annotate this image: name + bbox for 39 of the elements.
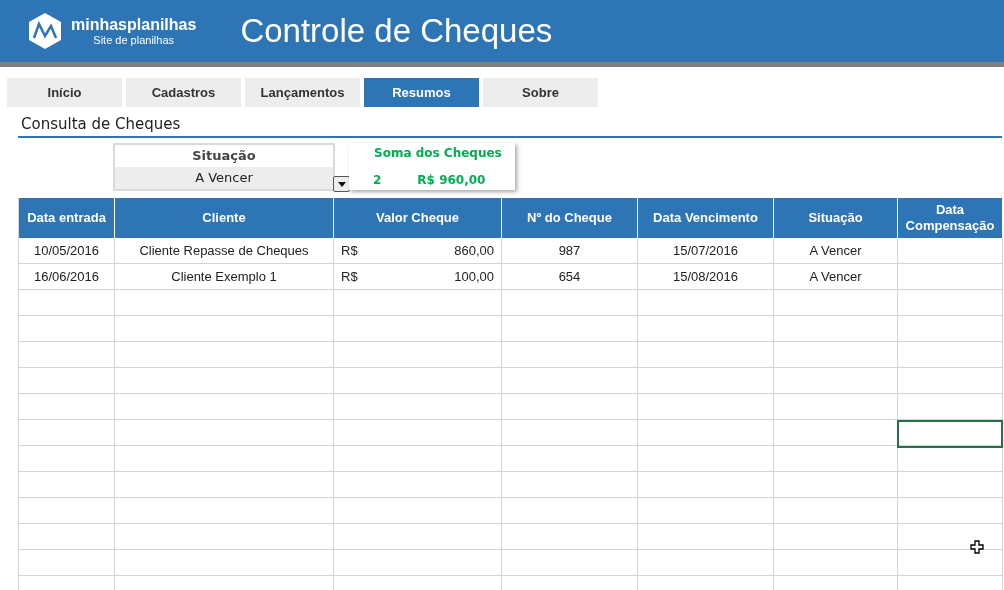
nav-tab[interactable]: Início xyxy=(7,78,122,107)
logo-name: minhasplanilhas xyxy=(71,16,197,33)
logo-tagline: Site de planilhas xyxy=(93,34,175,46)
column-header: Cliente xyxy=(115,198,334,238)
section-title: Consulta de Cheques xyxy=(21,113,181,135)
dropdown-button[interactable] xyxy=(333,176,350,192)
table-cell: 15/08/2016 xyxy=(638,264,774,290)
filter-label: Situação xyxy=(191,147,257,166)
summary-title: Soma dos Cheques xyxy=(374,145,502,162)
caret-icon xyxy=(337,181,346,187)
currency-symbol: R$ xyxy=(341,267,358,286)
nav-tab[interactable]: Cadastros xyxy=(126,78,241,107)
summary-count: 2 xyxy=(373,172,382,189)
table-cell: 987 xyxy=(502,238,638,264)
table-cell: 10/05/2016 xyxy=(19,238,115,264)
currency-symbol: R$ xyxy=(341,241,358,260)
table-cell: 15/07/2016 xyxy=(638,238,774,264)
column-header: Data Vencimento xyxy=(638,198,774,238)
table-cell: 16/06/2016 xyxy=(19,264,115,290)
filter-value[interactable]: A Vencer xyxy=(115,167,333,189)
table-cell: 654 xyxy=(502,264,638,290)
nav-tab[interactable]: Lançamentos xyxy=(245,78,360,107)
summary-total: R$ 960,00 xyxy=(417,172,486,189)
cursor-icon xyxy=(970,540,985,555)
table-cell: Cliente Exemplo 1 xyxy=(115,264,334,290)
amount-value: 860,00 xyxy=(454,241,494,260)
logo-icon xyxy=(28,12,62,50)
column-header: Valor Cheque xyxy=(334,198,502,238)
column-header: Nº do Cheque xyxy=(502,198,638,238)
amount-value: 100,00 xyxy=(454,267,494,286)
column-header: Situação xyxy=(774,198,898,238)
table-cell: Cliente Repasse de Cheques xyxy=(115,238,334,264)
nav-tab[interactable]: Sobre xyxy=(483,78,598,107)
table-cell: A Vencer xyxy=(774,238,898,264)
nav-tab[interactable]: Resumos xyxy=(364,78,479,107)
table-cell: A Vencer xyxy=(774,264,898,290)
column-header: Data Compensação xyxy=(898,198,1003,238)
app-title: Controle de Cheques xyxy=(240,11,553,52)
column-header: Data entrada xyxy=(19,198,115,238)
